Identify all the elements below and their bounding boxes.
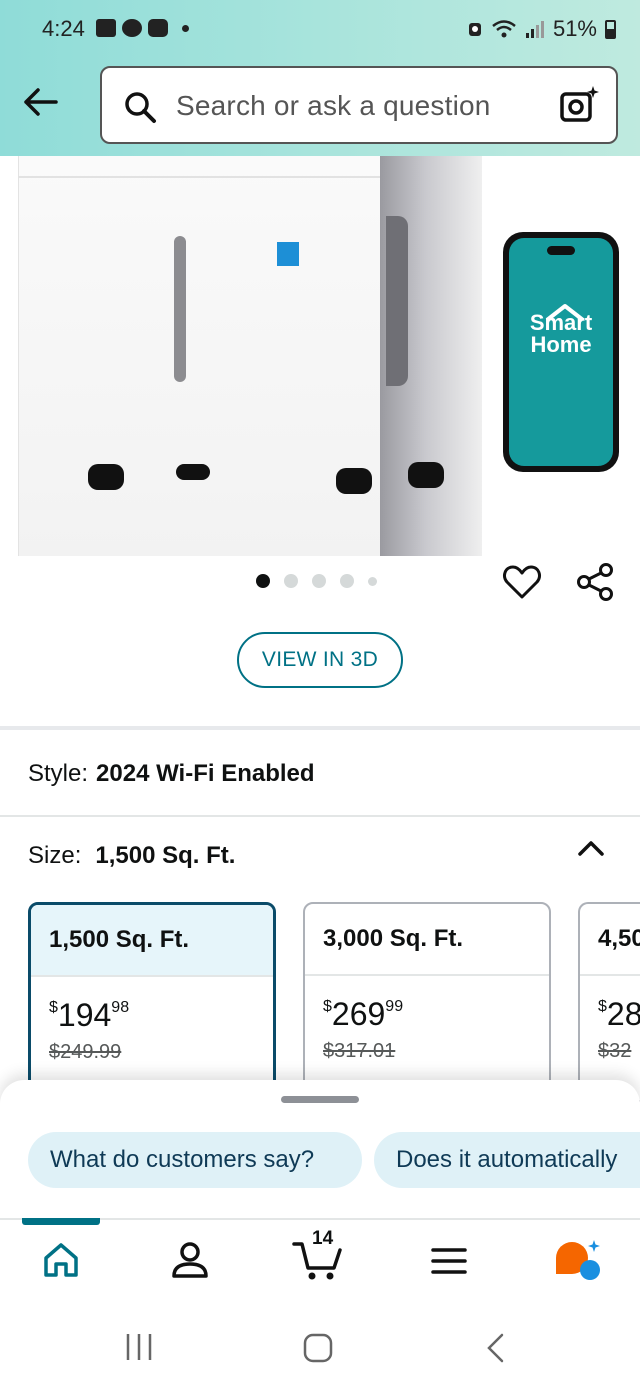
notification-icons [96, 19, 189, 37]
messenger-icon [122, 19, 142, 37]
nav-home[interactable] [42, 1240, 80, 1285]
price-dollars: 269 [331, 996, 386, 1032]
system-navigation-bar [0, 1304, 640, 1388]
size-option-card[interactable]: 1,500 Sq. Ft. $19498 $249.99 [28, 902, 276, 1102]
carousel-dot[interactable] [256, 574, 270, 588]
size-option-list-price: $249.99 [49, 1041, 122, 1063]
size-selector[interactable]: Size: 1,500 Sq. Ft. [28, 842, 235, 870]
status-bar: 4:24 51% [0, 0, 640, 62]
divider [0, 815, 640, 817]
size-option-price: $19498 [49, 997, 130, 1033]
section-divider [0, 726, 640, 730]
recent-apps-icon[interactable] [124, 1332, 154, 1362]
wifi-icon [492, 20, 516, 38]
wheel [336, 468, 372, 494]
youtube-icon [148, 19, 168, 37]
phone-screen: Smart Home [509, 238, 613, 466]
dehumidifier-handle [386, 216, 408, 386]
back-nav-icon[interactable] [484, 1332, 508, 1364]
wheel [88, 464, 124, 490]
price-cents: 98 [111, 999, 130, 1016]
search-input[interactable]: Search or ask a question [176, 90, 491, 122]
heart-icon[interactable] [502, 562, 542, 602]
carousel-dot[interactable] [368, 576, 377, 586]
nav-rufus[interactable] [552, 1238, 602, 1289]
price-dollars: 194 [57, 997, 112, 1033]
rufus-chat-icon [556, 1240, 600, 1280]
smart-home-text: Smart Home [509, 312, 613, 356]
chevron-up-icon[interactable] [576, 834, 606, 864]
size-label: Size: [28, 842, 82, 869]
image-carousel-dots[interactable] [256, 574, 377, 588]
size-value: 1,500 Sq. Ft. [95, 842, 236, 869]
size-option-list-price: $317.01 [323, 1040, 396, 1062]
arrow-left-icon [24, 88, 58, 116]
dehumidifier-seam [18, 176, 384, 178]
price-cents: 99 [385, 998, 404, 1015]
sheet-drag-handle[interactable] [281, 1096, 359, 1103]
size-option-name: 3,000 Sq. Ft. [305, 904, 549, 976]
phone-notch [547, 246, 575, 255]
wheel [176, 464, 210, 480]
nav-cart[interactable]: 14 [292, 1228, 344, 1287]
battery-icon [605, 19, 616, 39]
battery-percent: 51% [552, 16, 597, 41]
status-time: 4:24 [42, 16, 85, 41]
price-dollars: 28 [606, 996, 640, 1032]
share-icon[interactable] [576, 562, 616, 602]
suggestion-chip[interactable]: Does it automatically [374, 1132, 640, 1188]
view-in-3d-button[interactable]: VIEW IN 3D [237, 632, 403, 688]
size-option-name: 1,500 Sq. Ft. [31, 905, 273, 977]
size-option-list-price: $32 [598, 1040, 632, 1062]
size-option-card[interactable]: 4,50 $28 $32 [578, 902, 640, 1102]
home-icon [44, 1243, 78, 1277]
water-level-window [174, 236, 186, 382]
search-bar[interactable]: Search or ask a question [100, 66, 618, 144]
signal-icon [525, 21, 544, 38]
smart-home-line1: Smart [529, 310, 593, 335]
hamburger-menu-icon [431, 1248, 467, 1274]
smart-home-line2: Home [530, 332, 592, 357]
size-option-price: $26999 [323, 996, 404, 1032]
search-icon [125, 92, 156, 123]
cart-count-badge: 14 [312, 1228, 334, 1249]
smart-home-phone: Smart Home [503, 232, 619, 472]
suggestion-chip[interactable]: What do customers say? [28, 1132, 362, 1188]
wheel [408, 462, 444, 488]
system-status-icons: 51% [467, 16, 616, 42]
style-selector: Style: 2024 Wi-Fi Enabled [28, 760, 315, 788]
back-button[interactable] [20, 82, 60, 122]
carousel-dot[interactable] [340, 574, 354, 588]
alarm-icon [468, 23, 481, 36]
home-button-icon[interactable] [302, 1332, 334, 1364]
size-option-card[interactable]: 3,000 Sq. Ft. $26999 $317.01 [303, 902, 551, 1102]
gallery-icon [96, 19, 116, 37]
style-label: Style: [28, 760, 89, 787]
size-option-price: $28 [598, 996, 640, 1033]
more-notifications-dot [182, 24, 189, 32]
carousel-dot[interactable] [284, 574, 298, 588]
energy-star-label [277, 242, 299, 266]
person-icon [172, 1242, 208, 1278]
size-option-name: 4,50 [580, 904, 640, 976]
style-value: 2024 Wi-Fi Enabled [96, 760, 315, 787]
carousel-dot[interactable] [312, 574, 326, 588]
nav-account[interactable] [170, 1240, 210, 1285]
dehumidifier-front [18, 156, 384, 556]
rufus-suggestions-sheet[interactable]: What do customers say? Does it automatic… [0, 1080, 640, 1220]
nav-menu[interactable] [430, 1246, 468, 1281]
product-image[interactable]: Smart Home [0, 156, 640, 556]
camera-search-icon[interactable] [558, 84, 600, 126]
active-tab-indicator [22, 1218, 100, 1225]
bottom-navigation: 14 [0, 1218, 640, 1304]
